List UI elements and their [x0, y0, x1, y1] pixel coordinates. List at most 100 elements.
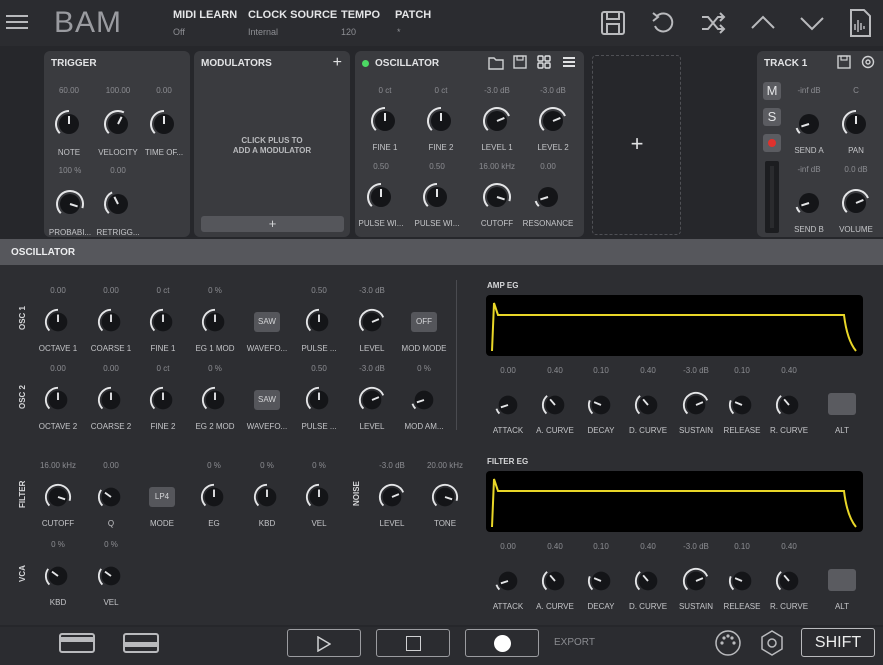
oscillator_card-knobs-knob-2[interactable]	[482, 106, 512, 136]
menu-icon[interactable]	[6, 11, 28, 33]
record-button[interactable]	[465, 629, 539, 657]
folder-icon[interactable]	[488, 56, 504, 70]
editor-amp_eg-knobs-knob-3[interactable]	[634, 391, 662, 419]
editor-filter_eg-knobs-knob-6[interactable]	[775, 567, 803, 595]
editor-osc2-knobs-knob-7[interactable]	[410, 386, 438, 414]
editor-osc2-knobs-knob-6[interactable]	[358, 386, 386, 414]
editor-filter-knobs-knob-1[interactable]	[97, 483, 125, 511]
editor-noise-knobs-knob-1[interactable]	[431, 483, 459, 511]
grid-icon[interactable]	[537, 55, 551, 69]
track-save-icon[interactable]	[837, 55, 851, 69]
empty-device-slot[interactable]: +	[592, 55, 681, 235]
editor-filter-knobs-knob-5[interactable]	[305, 483, 333, 511]
editor-osc2-knobs-knob-3[interactable]	[201, 386, 229, 414]
editor-osc2-knobs-knob-5[interactable]	[305, 386, 333, 414]
editor-osc1-knobs-btn-7[interactable]: OFF	[411, 312, 437, 332]
midi-learn-value[interactable]: Off	[173, 27, 185, 37]
editor-filter_eg-knobs-knob-0[interactable]	[494, 567, 522, 595]
editor-noise-knobs-knob-0[interactable]	[378, 483, 406, 511]
trigger-knobs-knob-3[interactable]	[55, 189, 85, 219]
editor-amp_eg-knobs-alt-toggle[interactable]	[828, 393, 856, 415]
editor-amp_eg-knobs-knob-5[interactable]	[728, 391, 756, 419]
oscillator_card-knobs-label-7: RESONANCE	[522, 219, 574, 228]
editor-amp_eg-knobs-knob-6[interactable]	[775, 391, 803, 419]
editor-filter-knobs-knob-4[interactable]	[253, 483, 281, 511]
shift-button[interactable]: SHIFT	[801, 628, 875, 657]
audio-file-icon[interactable]	[848, 8, 872, 38]
trigger-knobs-knob-2[interactable]	[149, 109, 179, 139]
trigger-knobs-label-0: NOTE	[57, 148, 81, 157]
list-icon[interactable]	[562, 56, 576, 68]
clock-source-value[interactable]: Internal	[248, 27, 278, 37]
oscillator_card-knobs-knob-4[interactable]	[366, 182, 396, 212]
oscillator_card-knobs-knob-7[interactable]	[533, 182, 563, 212]
settings-icon[interactable]	[758, 629, 786, 657]
editor-osc1-knobs-knob-1[interactable]	[97, 308, 125, 336]
oscillator_card-knobs-knob-0[interactable]	[370, 106, 400, 136]
add-modulator-button[interactable]: +	[201, 216, 344, 232]
editor-osc2-knobs-knob-0[interactable]	[44, 386, 72, 414]
editor-filter_eg-knobs-knob-1[interactable]	[541, 567, 569, 595]
filter-eg-display[interactable]	[486, 471, 863, 532]
undo-icon[interactable]	[650, 10, 676, 36]
midi-learn-label[interactable]: MIDI LEARN	[173, 9, 237, 21]
oscillator_card-knobs-knob-6[interactable]	[482, 182, 512, 212]
arrow-up-icon[interactable]	[750, 10, 776, 36]
track-knobs-knob-2[interactable]	[794, 188, 824, 218]
editor-filter_eg-knobs-alt-toggle[interactable]	[828, 569, 856, 591]
tempo-value[interactable]: 120	[341, 27, 356, 37]
add-modulator-plus-icon[interactable]: +	[333, 54, 342, 72]
editor-amp_eg-knobs-knob-2[interactable]	[587, 391, 615, 419]
editor-osc1-knobs-knob-3[interactable]	[201, 308, 229, 336]
editor-amp_eg-knobs-knob-0[interactable]	[494, 391, 522, 419]
clock-source-label[interactable]: CLOCK SOURCE	[248, 9, 337, 21]
editor-osc1-knobs-knob-0[interactable]	[44, 308, 72, 336]
track-knobs-knob-3[interactable]	[841, 188, 871, 218]
editor-filter-knobs-btn-2[interactable]: LP4	[149, 487, 175, 507]
editor-osc1-knobs-btn-4[interactable]: SAW	[254, 312, 280, 332]
save-preset-icon[interactable]	[513, 55, 527, 69]
play-button[interactable]	[287, 629, 361, 657]
trigger-knobs-knob-0[interactable]	[54, 109, 84, 139]
editor-osc2-knobs-knob-1[interactable]	[97, 386, 125, 414]
arrow-down-icon[interactable]	[799, 10, 825, 36]
patch-value[interactable]: *	[397, 27, 401, 37]
editor-amp_eg-knobs-knob-1[interactable]	[541, 391, 569, 419]
editor-vca-knobs-knob-1[interactable]	[97, 562, 125, 590]
view-toggle-icon-2[interactable]	[123, 633, 159, 653]
editor-osc1-knobs-knob-5[interactable]	[305, 308, 333, 336]
trigger-knobs-knob-1[interactable]	[103, 109, 133, 139]
editor-filter-knobs-knob-3[interactable]	[200, 483, 228, 511]
editor-vca-knobs-knob-0[interactable]	[44, 562, 72, 590]
shuffle-icon[interactable]	[700, 10, 726, 36]
editor-filter_eg-knobs-knob-3[interactable]	[634, 567, 662, 595]
editor-filter_eg-knobs-knob-4[interactable]	[682, 567, 710, 595]
save-icon[interactable]	[600, 10, 626, 36]
track-settings-icon[interactable]	[861, 55, 875, 69]
export-button[interactable]: EXPORT	[554, 637, 595, 648]
editor-osc2-knobs-btn-4[interactable]: SAW	[254, 390, 280, 410]
trigger-knobs-knob-4[interactable]	[103, 189, 133, 219]
amp-eg-display[interactable]	[486, 295, 863, 356]
record-arm-button[interactable]	[763, 134, 781, 152]
track-knobs-knob-0[interactable]	[794, 109, 824, 139]
mute-button[interactable]: M	[763, 82, 781, 100]
add-device-plus-icon[interactable]: +	[593, 131, 681, 157]
editor-amp_eg-knobs-knob-4[interactable]	[682, 391, 710, 419]
stop-button[interactable]	[376, 629, 450, 657]
midi-icon[interactable]	[714, 629, 742, 657]
track-knobs-knob-1[interactable]	[841, 109, 871, 139]
editor-filter-knobs-knob-0[interactable]	[44, 483, 72, 511]
editor-osc1-knobs-knob-2[interactable]	[149, 308, 177, 336]
editor-filter_eg-knobs-knob-5[interactable]	[728, 567, 756, 595]
oscillator_card-knobs-knob-3[interactable]	[538, 106, 568, 136]
editor-osc1-knobs-knob-6[interactable]	[358, 308, 386, 336]
patch-label[interactable]: PATCH	[395, 9, 431, 21]
view-toggle-icon-1[interactable]	[59, 633, 95, 653]
editor-filter_eg-knobs-knob-2[interactable]	[587, 567, 615, 595]
oscillator_card-knobs-knob-5[interactable]	[422, 182, 452, 212]
tempo-label[interactable]: TEMPO	[341, 9, 380, 21]
editor-osc2-knobs-knob-2[interactable]	[149, 386, 177, 414]
oscillator_card-knobs-knob-1[interactable]	[426, 106, 456, 136]
solo-button[interactable]: S	[763, 108, 781, 126]
